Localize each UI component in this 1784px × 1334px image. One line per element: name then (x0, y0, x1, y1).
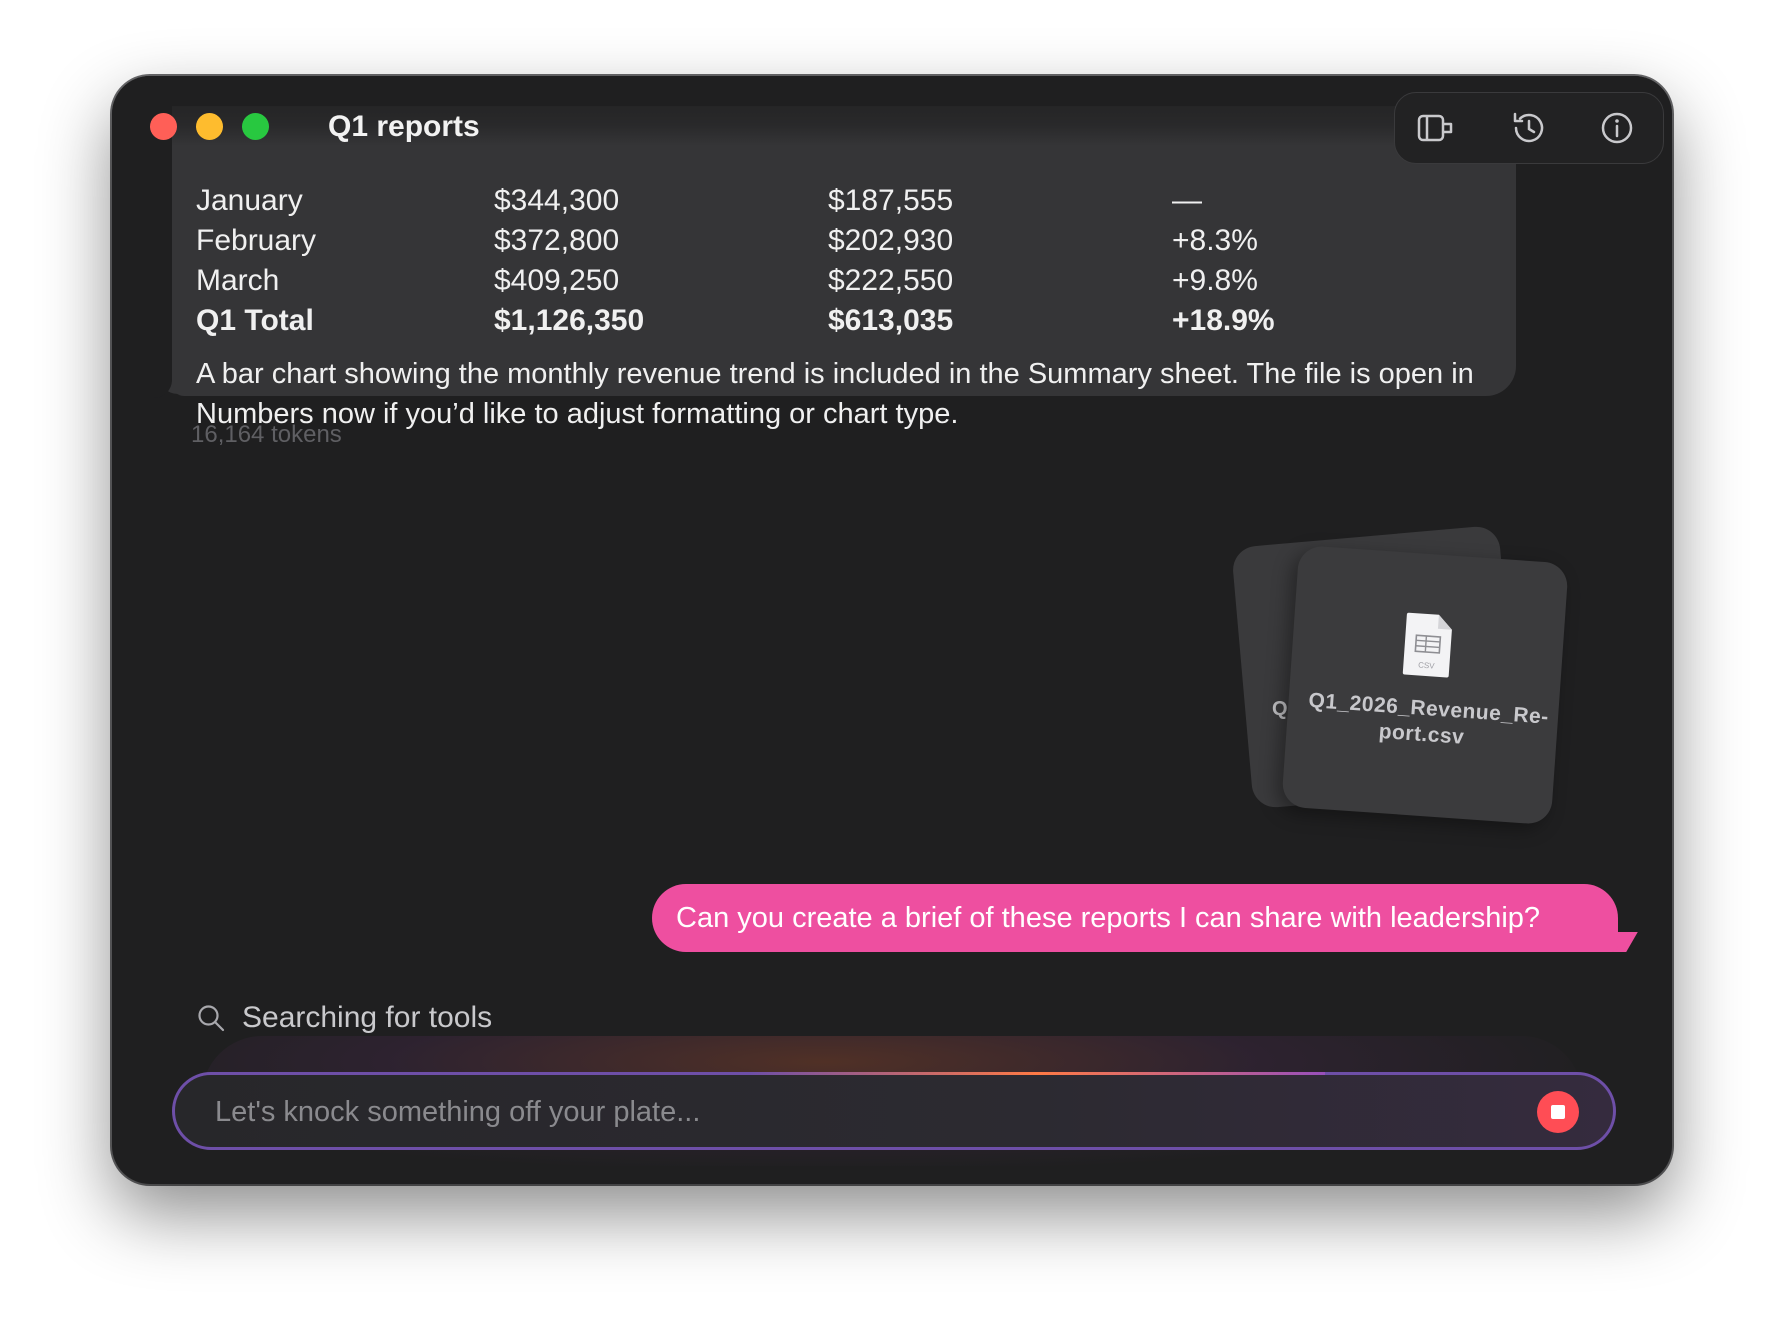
bubble-tail-mask (142, 358, 172, 398)
search-icon (198, 1005, 225, 1032)
message-composer[interactable] (172, 1072, 1616, 1150)
attachment-back-name: Q (1272, 698, 1288, 720)
revenue-cell: $344,300 (494, 184, 620, 217)
csv-file-icon: CSV (1402, 612, 1452, 678)
token-count: 16,164 tokens (191, 421, 342, 448)
total-profit: $613,035 (828, 304, 954, 337)
revenue-cell: $409,250 (494, 264, 620, 297)
window-title: Q1 reports (328, 110, 480, 143)
info-button[interactable] (1593, 104, 1641, 152)
total-revenue: $1,126,350 (494, 304, 645, 337)
status-text: Searching for tools (242, 1001, 493, 1034)
close-window-button[interactable] (150, 113, 177, 140)
profit-cell: $187,555 (828, 184, 954, 217)
table-total-row: Q1 Total $1,126,350 $613,035 +18.9% (196, 304, 1496, 344)
profit-cell: $202,930 (828, 224, 954, 257)
assistant-summary-text: A bar chart showing the monthly revenue … (196, 358, 1474, 430)
profit-cell: $222,550 (828, 264, 954, 297)
change-cell: +8.3% (1172, 224, 1258, 257)
minimize-window-button[interactable] (196, 113, 223, 140)
stop-generation-button[interactable] (1537, 1091, 1579, 1133)
toolbar (1394, 92, 1664, 164)
month-cell: January (196, 184, 303, 217)
attachment-card-csv[interactable]: CSV Q1_2026_Revenue_Re- port.csv (1281, 544, 1569, 826)
table-row: March $409,250 $222,550 +9.8% (196, 264, 1496, 304)
sidebar-toggle-button[interactable] (1411, 104, 1459, 152)
stop-icon (1551, 1105, 1565, 1119)
table-row: February $372,800 $202,930 +8.3% (196, 224, 1496, 264)
csv-type-label: CSV (1418, 660, 1436, 670)
user-message-bubble: Can you create a brief of these reports … (652, 884, 1618, 952)
zoom-window-button[interactable] (242, 113, 269, 140)
change-cell: +9.8% (1172, 264, 1258, 297)
revenue-cell: $372,800 (494, 224, 620, 257)
change-cell: — (1172, 184, 1202, 217)
table-row: January $344,300 $187,555 — (196, 184, 1496, 224)
info-icon (1601, 112, 1633, 144)
message-input[interactable] (213, 1085, 1517, 1139)
month-cell: February (196, 224, 317, 257)
history-icon (1513, 112, 1544, 143)
attachment-file-name: Q1_2026_Revenue_Re- port.csv (1307, 688, 1550, 749)
history-button[interactable] (1505, 104, 1553, 152)
month-cell: March (196, 264, 280, 297)
assistant-message-bubble: January $344,300 $187,555 — February $37… (172, 106, 1516, 430)
tool-search-status: Searching for tools (196, 998, 492, 1038)
total-label: Q1 Total (196, 304, 314, 337)
app-window: January $344,300 $187,555 — February $37… (112, 76, 1672, 1184)
total-change: +18.9% (1172, 304, 1275, 337)
window-sidebar-icon (1417, 114, 1453, 142)
